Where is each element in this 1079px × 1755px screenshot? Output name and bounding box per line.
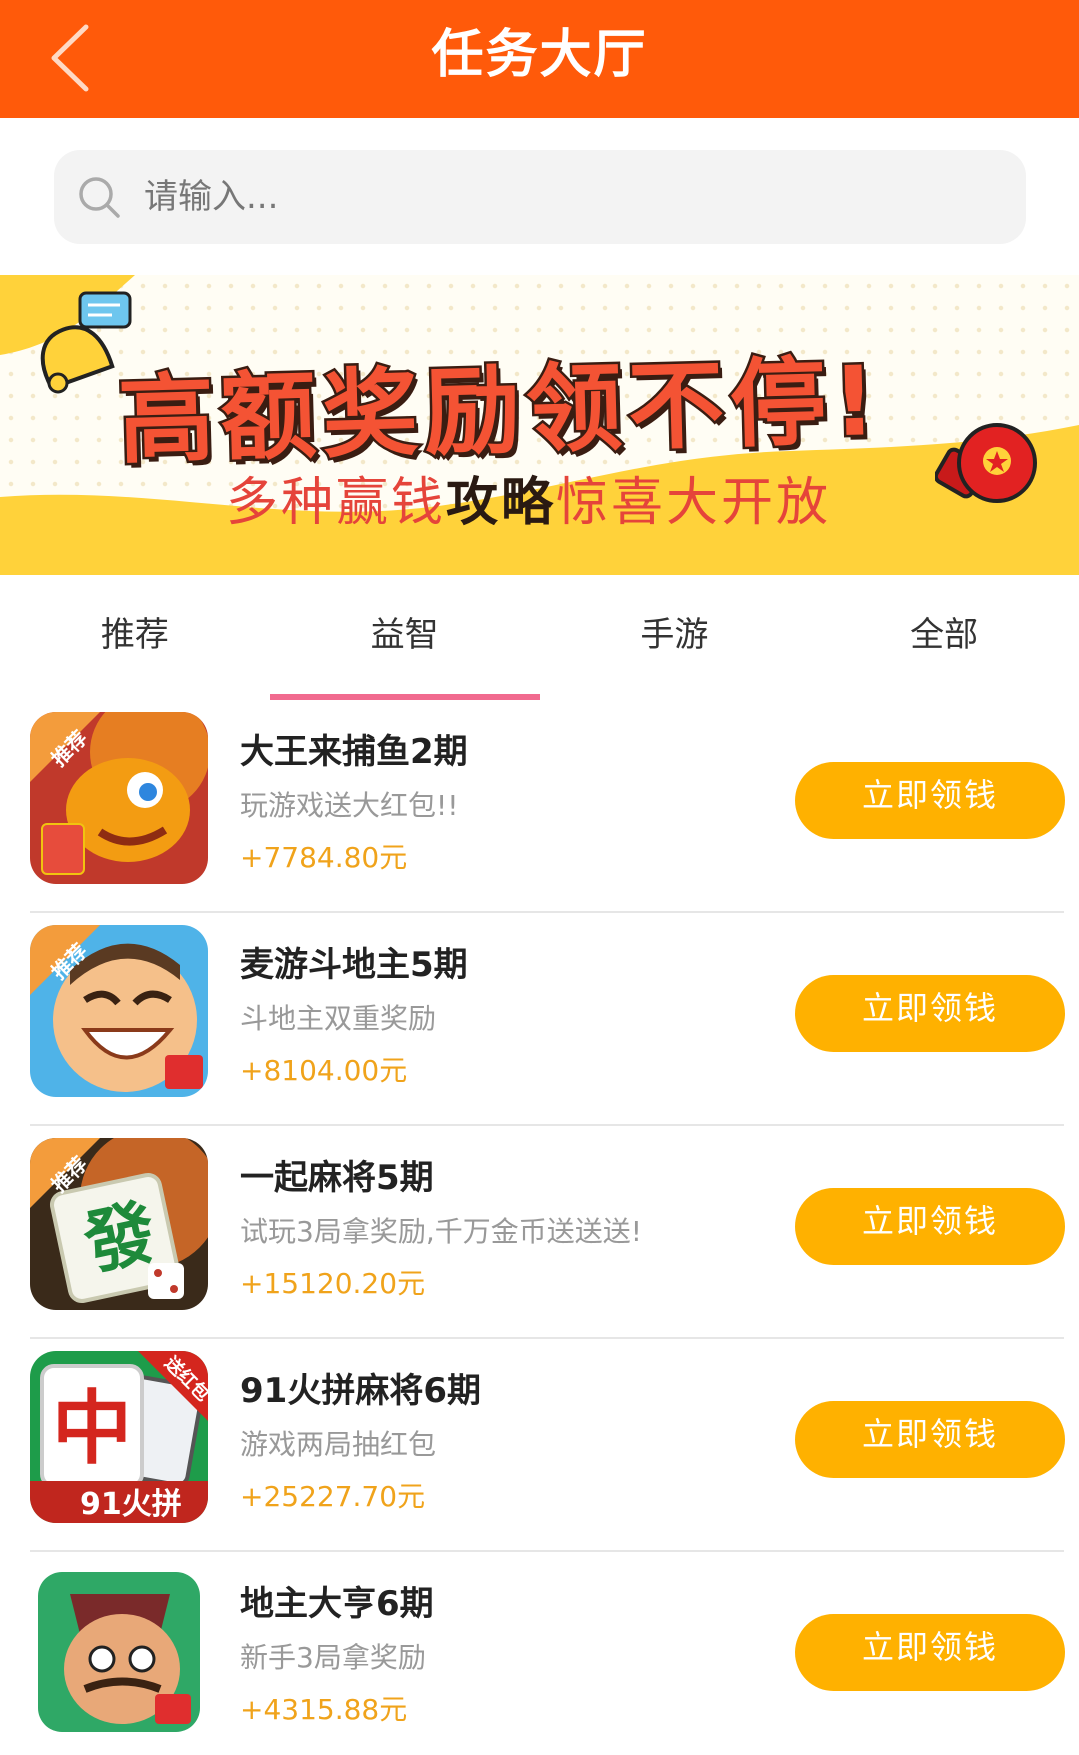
mahjong-game-icon: 發 推荐 [30, 1138, 208, 1310]
task-reward: +15120.20元 [240, 1267, 426, 1300]
claim-money-button[interactable]: 立即领钱 [795, 762, 1065, 839]
list-item[interactable]: 地主大亨6期 新手3局拿奖励 +4315.88元 立即领钱 [0, 1552, 1079, 1755]
claim-money-button[interactable]: 立即领钱 [795, 1401, 1065, 1478]
search-icon [74, 172, 124, 222]
claim-money-button[interactable]: 立即领钱 [795, 1614, 1065, 1691]
claim-money-button[interactable]: 立即领钱 [795, 1188, 1065, 1265]
banner-headline: 高额奖励领不停! [114, 343, 885, 480]
banner-subtitle-strong: 攻略 [446, 473, 557, 533]
task-name: 91火拼麻将6期 [240, 1371, 481, 1411]
task-name: 地主大亨6期 [240, 1584, 434, 1624]
promo-banner[interactable]: 高额奖励领不停! 多种赢钱攻略惊喜大开放 [0, 275, 1079, 575]
doudizhu-game-icon: 推荐 [30, 925, 208, 1097]
banner-subtitle: 多种赢钱攻略惊喜大开放 [226, 460, 831, 535]
svg-text:中: 中 [52, 1382, 132, 1475]
claim-money-button[interactable]: 立即领钱 [795, 975, 1065, 1052]
boxing-glove-icon [935, 423, 1037, 503]
tab-all[interactable]: 全部 [809, 575, 1079, 700]
page-title: 任务大厅 [431, 25, 648, 85]
task-list: 推荐 大王来捕鱼2期 玩游戏送大红包!! +7784.80元 立即领钱 推荐 麦… [0, 700, 1079, 1755]
task-name: 一起麻将5期 [240, 1158, 434, 1198]
task-reward: +25227.70元 [240, 1480, 426, 1513]
task-name: 麦游斗地主5期 [240, 945, 468, 985]
task-reward: +4315.88元 [240, 1693, 408, 1726]
task-desc: 游戏两局抽红包 [240, 1428, 437, 1461]
tab-mobile-games[interactable]: 手游 [540, 575, 810, 700]
task-name: 大王来捕鱼2期 [240, 732, 468, 772]
task-desc: 试玩3局拿奖励,千万金币送送送! [240, 1215, 642, 1248]
tab-puzzle[interactable]: 益智 [269, 575, 540, 700]
task-desc: 斗地主双重奖励 [240, 1002, 437, 1035]
list-item[interactable]: 中 91火拼 送红包 91火拼麻将6期 游戏两局抽红包 +25227.70元 立… [0, 1339, 1079, 1552]
tab-recommend[interactable]: 推荐 [0, 575, 270, 700]
huopin-mahjong-icon: 中 91火拼 送红包 [30, 1351, 208, 1523]
task-desc: 新手3局拿奖励 [240, 1641, 426, 1674]
svg-text:91火拼: 91火拼 [80, 1487, 182, 1522]
list-item[interactable]: 推荐 麦游斗地主5期 斗地主双重奖励 +8104.00元 立即领钱 [0, 913, 1079, 1126]
banner-subtitle-part1: 多种赢钱 [226, 473, 447, 533]
landlord-tycoon-icon [30, 1564, 208, 1736]
category-tabs: 推荐 益智 手游 全部 [0, 575, 1079, 700]
task-reward: +7784.80元 [240, 841, 408, 874]
search-bar[interactable] [54, 150, 1026, 244]
task-desc: 玩游戏送大红包!! [240, 789, 459, 822]
search-input[interactable] [144, 177, 964, 217]
task-reward: +8104.00元 [240, 1054, 408, 1087]
fish-game-icon: 推荐 [30, 712, 208, 884]
list-item[interactable]: 發 推荐 一起麻将5期 试玩3局拿奖励,千万金币送送送! +15120.20元 … [0, 1126, 1079, 1339]
banner-subtitle-part2: 惊喜大开放 [556, 473, 832, 533]
app-header: 任务大厅 [0, 0, 1079, 118]
list-item[interactable]: 推荐 大王来捕鱼2期 玩游戏送大红包!! +7784.80元 立即领钱 [0, 700, 1079, 913]
